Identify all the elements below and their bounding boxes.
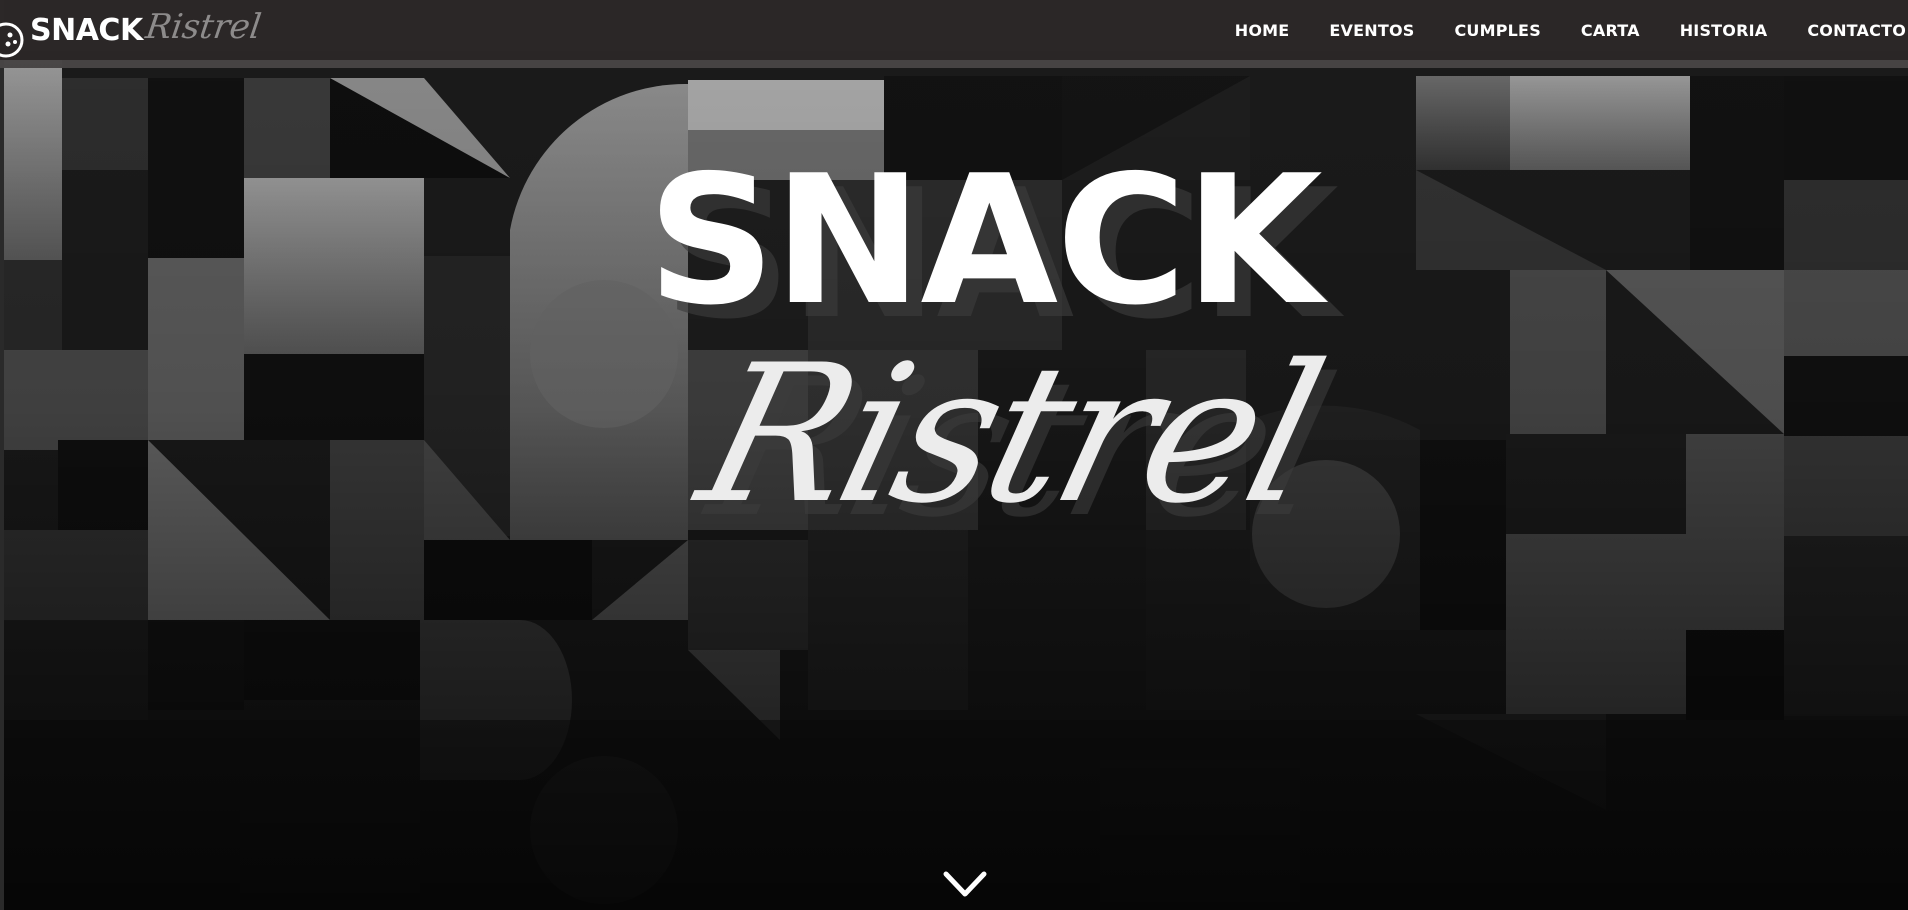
chevron-down-icon[interactable] [940,868,990,902]
logo-snack-text: SNACK [30,13,143,48]
nav-item-contacto[interactable]: CONTACTO [1787,21,1908,40]
logo-script-text: Ristrel [143,7,264,47]
top-navigation-bar: SNACK Ristrel HOME EVENTOS CUMPLES CARTA… [0,0,1908,68]
hero-script-title: Ristrel [681,324,1337,545]
cookie-icon [0,22,24,58]
nav-item-eventos[interactable]: EVENTOS [1309,21,1434,40]
hero-title: SNACK [647,137,1323,344]
nav-item-historia[interactable]: HISTORIA [1660,21,1788,40]
nav-item-cumples[interactable]: CUMPLES [1434,21,1560,40]
hero-section: SNACK Ristrel [0,0,1908,910]
nav-item-home[interactable]: HOME [1215,21,1310,40]
site-logo[interactable]: SNACK Ristrel [0,6,264,62]
main-nav: HOME EVENTOS CUMPLES CARTA HISTORIA CONT… [1215,0,1908,60]
nav-item-carta[interactable]: CARTA [1561,21,1660,40]
